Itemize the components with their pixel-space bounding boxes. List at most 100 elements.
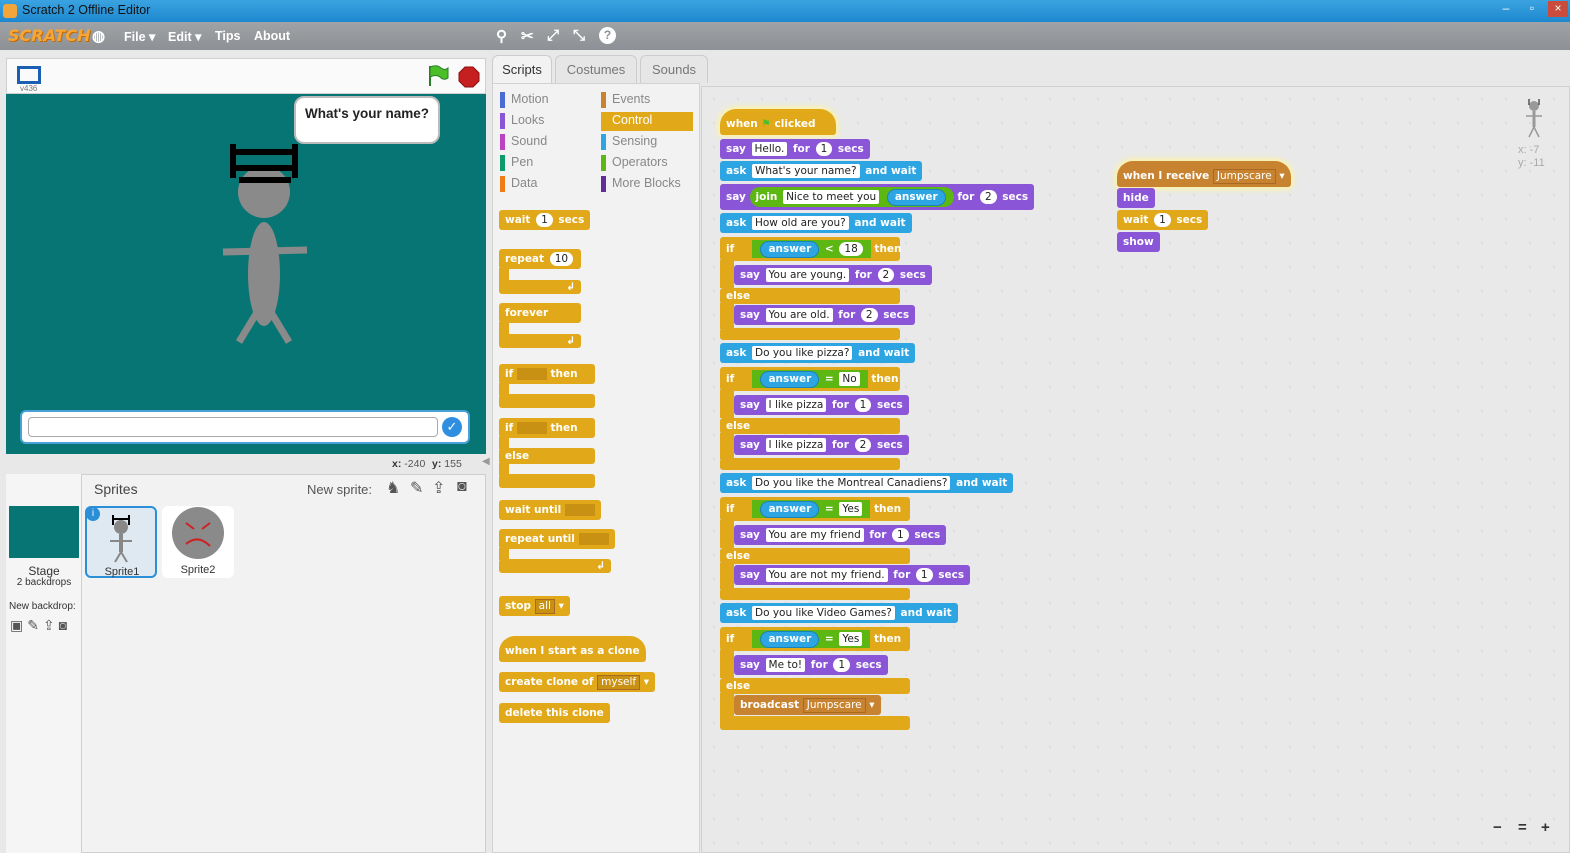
equals-block[interactable]: answer = Yes <box>752 630 871 648</box>
say-block[interactable]: say You are old. for 2 secs <box>734 305 916 325</box>
equals-block[interactable]: answer = No <box>752 370 868 388</box>
check-icon[interactable]: ✓ <box>442 417 462 437</box>
category-label: Events <box>612 92 651 106</box>
category-data[interactable]: Data <box>500 175 537 194</box>
stage-thumbnail[interactable] <box>9 506 79 558</box>
sprites-header: Sprites <box>94 481 138 497</box>
zoom-reset-icon[interactable]: = <box>1518 819 1527 836</box>
palette-forever-block[interactable]: forever <box>499 303 581 323</box>
say-block[interactable]: say I like pizza for 2 secs <box>734 435 909 455</box>
upload-sprite-icon[interactable]: ⇪ <box>432 478 445 498</box>
mouse-y: y: 155 <box>432 458 462 470</box>
duplicate-icon[interactable]: ⚲ <box>496 27 507 45</box>
ask-block[interactable]: ask Do you like Video Games? and wait <box>720 603 958 623</box>
zoom-out-icon[interactable]: − <box>1493 819 1502 836</box>
palette-delete-clone-block[interactable]: delete this clone <box>499 703 610 723</box>
category-control[interactable]: Control <box>601 112 693 131</box>
ask-block[interactable]: ask What's your name? and wait <box>720 161 923 181</box>
say-block[interactable]: say You are not my friend. for 1 secs <box>734 565 971 585</box>
palette-stop-block[interactable]: stop all ▾ <box>499 596 570 616</box>
category-sensing[interactable]: Sensing <box>601 133 657 152</box>
maximize-button[interactable]: ▫ <box>1522 1 1542 17</box>
palette-repeat-block[interactable]: repeat 10 <box>499 249 582 269</box>
category-color-bar <box>500 92 505 108</box>
category-color-bar <box>500 176 505 192</box>
close-button[interactable]: × <box>1548 1 1568 17</box>
menu-file[interactable]: File ▾ <box>124 29 155 44</box>
category-color-bar <box>601 134 606 150</box>
ask-block[interactable]: ask Do you like pizza? and wait <box>720 343 916 363</box>
show-block[interactable]: show <box>1117 232 1160 252</box>
palette-if-block[interactable]: if then <box>499 364 595 384</box>
equals-block[interactable]: answer = Yes <box>752 500 871 518</box>
category-more-blocks[interactable]: More Blocks <box>601 175 681 194</box>
palette-clone-hat[interactable]: when I start as a clone <box>499 636 646 662</box>
collapse-arrow-icon[interactable]: ◀ <box>482 456 490 467</box>
palette-wait-block[interactable]: wait 1 secs <box>499 210 591 230</box>
backdrop-tools-icons[interactable]: ▣✎⇪◙ <box>10 617 71 634</box>
paint-sprite-icon[interactable]: ✎ <box>410 478 423 498</box>
ask-block[interactable]: ask How old are you? and wait <box>720 213 912 233</box>
category-events[interactable]: Events <box>601 91 650 110</box>
sprite-x: x: -7 <box>1518 144 1540 156</box>
if-else-block[interactable]: if answer = Yes then <box>720 497 910 521</box>
zoom-in-icon[interactable]: + <box>1541 819 1550 836</box>
help-icon[interactable]: ? <box>599 27 616 44</box>
if-else-block[interactable]: if answer = No then <box>720 367 900 391</box>
green-flag-icon[interactable] <box>427 64 449 88</box>
stop-icon[interactable] <box>458 66 480 88</box>
if-else-block[interactable]: if answer < 18 then <box>720 237 902 261</box>
globe-icon[interactable]: ◍ <box>92 27 105 45</box>
say-block[interactable]: say You are young. for 2 secs <box>734 265 932 285</box>
wait-block[interactable]: wait 1 secs <box>1117 210 1209 230</box>
say-block[interactable]: say Me to! for 1 secs <box>734 655 888 675</box>
tab-sounds[interactable]: Sounds <box>640 55 708 83</box>
sprite-thumb-sprite2[interactable]: Sprite2 <box>162 506 234 578</box>
when-flag-clicked-hat[interactable]: when ⚑ clicked <box>720 109 836 135</box>
hide-block[interactable]: hide <box>1117 188 1155 208</box>
category-motion[interactable]: Motion <box>500 91 549 110</box>
sprite-library-icon[interactable]: ♞ <box>386 478 400 498</box>
palette-create-clone-block[interactable]: create clone of myself ▾ <box>499 672 656 692</box>
say-block[interactable]: say Hello. for 1 secs <box>720 139 870 159</box>
answer-input[interactable] <box>28 417 438 437</box>
fullscreen-icon[interactable] <box>17 66 41 84</box>
category-pen[interactable]: Pen <box>500 154 533 173</box>
else-label: else <box>720 548 910 564</box>
less-than-block[interactable]: answer < 18 <box>752 240 871 258</box>
stage-canvas[interactable] <box>6 94 486 454</box>
broadcast-block[interactable]: broadcast Jumpscare ▾ <box>734 695 881 715</box>
ask-block[interactable]: ask Do you like the Montreal Canadiens? … <box>720 473 1014 493</box>
info-icon[interactable]: i <box>86 507 100 521</box>
camera-icon[interactable]: ◙ <box>457 478 467 496</box>
if-else-block[interactable]: if answer = Yes then <box>720 627 910 651</box>
palette-repeat-until-block[interactable]: repeat until <box>499 529 615 549</box>
say-block[interactable]: say I like pizza for 1 secs <box>734 395 909 415</box>
menu-about[interactable]: About <box>254 29 290 43</box>
minimize-button[interactable]: – <box>1496 1 1516 17</box>
if-end <box>720 328 900 340</box>
palette-if-else-block[interactable]: if then <box>499 418 595 438</box>
category-operators[interactable]: Operators <box>601 154 668 173</box>
say-block[interactable]: say You are my friend for 1 secs <box>734 525 947 545</box>
sprite1-figure[interactable] <box>211 134 321 349</box>
when-i-receive-hat[interactable]: when I receive Jumpscare ▾ <box>1117 161 1291 187</box>
category-looks[interactable]: Looks <box>500 112 544 131</box>
tab-costumes[interactable]: Costumes <box>555 55 637 83</box>
scratch-logo[interactable]: SCRATCH <box>8 26 90 45</box>
join-block[interactable]: join Nice to meet you answer <box>749 187 954 207</box>
sprite-thumb-sprite1[interactable]: i Sprite1 <box>85 506 157 578</box>
shrink-icon[interactable]: ⤡ <box>573 27 585 44</box>
stage-label: Stage <box>28 564 60 578</box>
category-label: Sensing <box>612 134 658 148</box>
menu-edit[interactable]: Edit ▾ <box>168 29 201 44</box>
palette-wait-until-block[interactable]: wait until <box>499 500 601 520</box>
menu-tips[interactable]: Tips <box>215 29 240 43</box>
category-sound[interactable]: Sound <box>500 133 547 152</box>
delete-icon[interactable]: ✂ <box>521 27 534 45</box>
grow-icon[interactable]: ⤢ <box>547 27 559 44</box>
say-join-block[interactable]: say join Nice to meet you answer for 2 s… <box>720 184 1035 210</box>
palette-else-label: else <box>499 448 595 464</box>
category-label: Looks <box>511 113 545 127</box>
tab-scripts[interactable]: Scripts <box>492 55 552 83</box>
